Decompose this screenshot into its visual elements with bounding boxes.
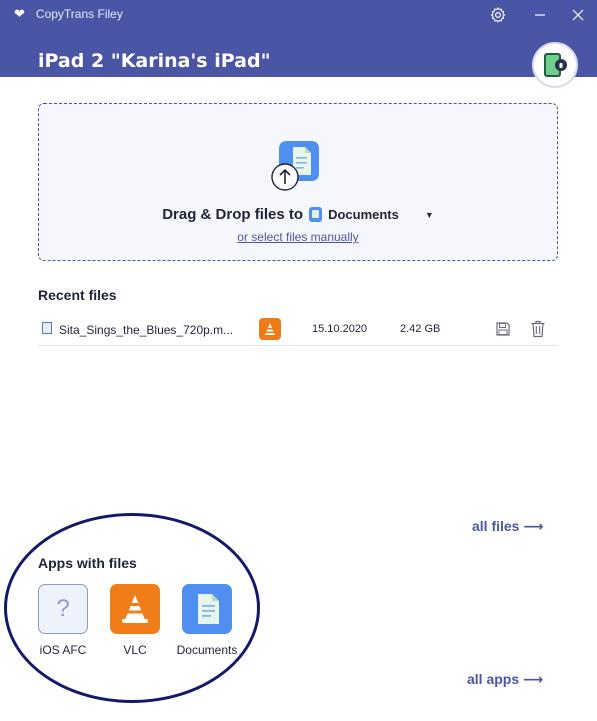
minimize-button[interactable]	[528, 4, 552, 26]
device-title: iPad 2 "Karina's iPad"	[38, 50, 271, 72]
vlc-cone-icon	[122, 595, 148, 623]
app-label-ios-afc: iOS AFC	[39, 643, 87, 657]
all-apps-link[interactable]: all apps ⟶	[467, 671, 543, 688]
drop-prompt-text: Drag & Drop files to	[162, 206, 304, 223]
app-title: CopyTrans Filey	[35, 7, 123, 21]
all-files-link[interactable]: all files ⟶	[472, 518, 543, 535]
apps-heading: Apps with files	[38, 555, 137, 571]
device-switcher-button[interactable]	[532, 42, 578, 88]
app-documents[interactable]	[182, 584, 232, 634]
chevron-down-icon[interactable]: ▼	[425, 210, 434, 220]
question-icon: ?	[56, 595, 70, 622]
app-vlc[interactable]	[110, 584, 160, 634]
heart-icon: ❤	[14, 6, 25, 21]
device-icon	[544, 53, 567, 77]
file-icon	[42, 322, 52, 334]
file-name: Sita_Sings_the_Blues_720p.m...	[59, 323, 234, 337]
app-label-documents: Documents	[176, 643, 238, 657]
file-date: 15.10.2020	[312, 323, 368, 335]
recent-file-row[interactable]: Sita_Sings_the_Blues_720p.m... 15.10.202…	[38, 314, 558, 346]
delete-button[interactable]	[528, 318, 548, 340]
drop-prompt-row: Drag & Drop files to Documents ▼	[39, 206, 557, 223]
titlebar: ❤ CopyTrans Filey	[14, 6, 123, 22]
close-icon	[572, 9, 584, 21]
close-button[interactable]	[566, 4, 590, 26]
file-size: 2.42 GB	[400, 323, 441, 335]
drop-zone[interactable]: Drag & Drop files to Documents ▼ or sele…	[38, 103, 558, 261]
gear-icon	[490, 7, 506, 23]
documents-mini-icon	[309, 207, 323, 222]
vlc-cone-icon	[259, 318, 281, 340]
target-app-selector[interactable]: Documents	[328, 207, 399, 222]
header-bar: ❤ CopyTrans Filey iPad 2 "Karina's iPad"	[0, 0, 597, 77]
save-button[interactable]	[493, 319, 513, 339]
trash-icon	[531, 320, 545, 338]
minimize-icon	[535, 14, 545, 16]
app-ios-afc[interactable]: ?	[38, 584, 88, 634]
save-icon	[496, 322, 510, 336]
select-files-link[interactable]: or select files manually	[39, 230, 557, 244]
upload-documents-icon	[271, 141, 319, 191]
documents-icon	[198, 594, 219, 624]
settings-button[interactable]	[486, 4, 510, 26]
app-label-vlc: VLC	[123, 643, 147, 657]
recent-files-heading: Recent files	[38, 287, 117, 303]
